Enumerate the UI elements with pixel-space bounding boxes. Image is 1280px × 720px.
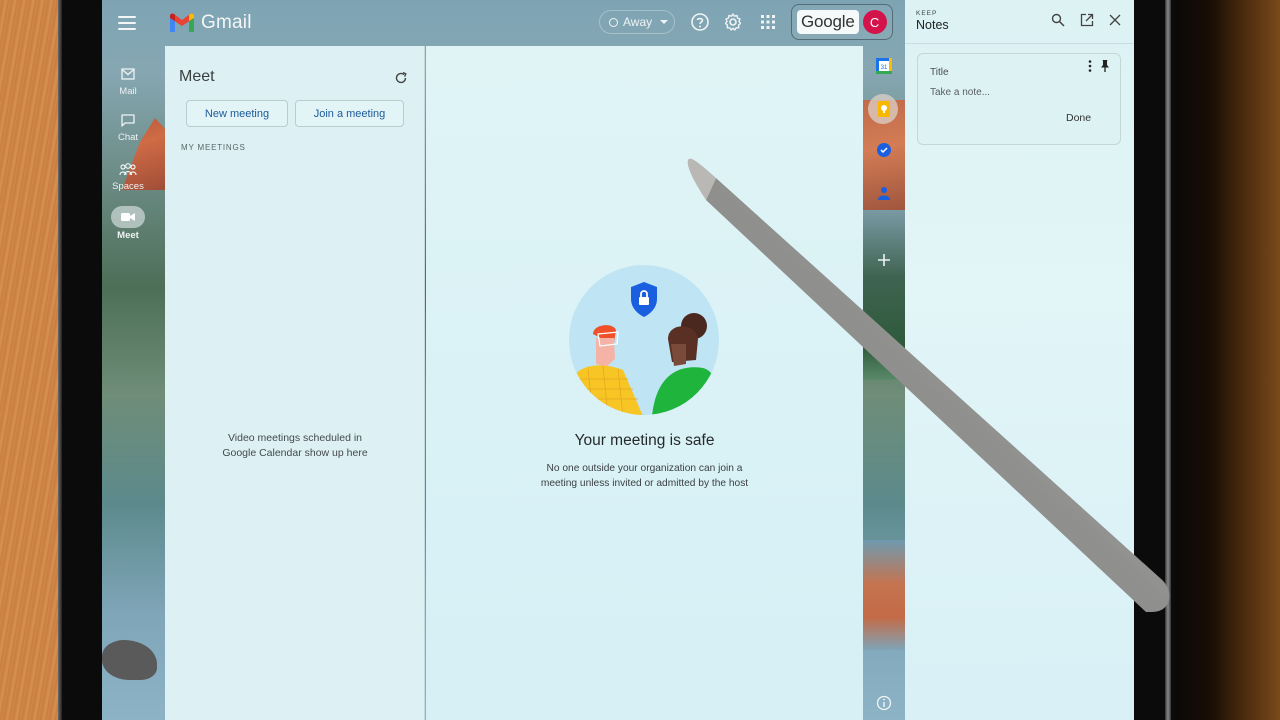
page-title: Meet xyxy=(179,68,215,85)
addon-sidebar: 31 xyxy=(863,46,905,720)
more-vert-icon[interactable] xyxy=(1086,59,1094,73)
keep-title: Notes xyxy=(916,18,949,32)
gear-icon[interactable] xyxy=(723,12,743,32)
gmail-topbar: Gmail Away Google C xyxy=(102,0,905,46)
empty-meetings-message: Video meetings scheduled in Google Calen… xyxy=(165,431,425,461)
avatar[interactable]: C xyxy=(862,10,887,34)
rail-label-meet: Meet xyxy=(117,230,139,241)
refresh-icon[interactable] xyxy=(394,71,408,85)
close-icon[interactable] xyxy=(1108,13,1122,27)
app-name: Gmail xyxy=(201,12,252,33)
note-done-button[interactable]: Done xyxy=(1066,112,1091,124)
safe-description: No one outside your organization can joi… xyxy=(540,463,749,489)
keep-notes-panel: KEEP Notes Title Take a note... Done xyxy=(905,0,1134,720)
keep-header: KEEP Notes xyxy=(905,0,1134,44)
rail-item-spaces[interactable]: Spaces xyxy=(102,159,154,192)
status-dropdown[interactable]: Away xyxy=(599,10,675,34)
rail-label-mail: Mail xyxy=(119,86,137,97)
calendar-icon[interactable]: 31 xyxy=(874,56,894,76)
desk-background-right xyxy=(1175,0,1280,720)
keep-bulb-icon[interactable] xyxy=(874,99,894,119)
organization-badge[interactable]: Google xyxy=(797,10,859,34)
account-area: Google C xyxy=(791,4,893,40)
plus-icon[interactable] xyxy=(874,250,894,270)
desk-background-left xyxy=(0,0,58,720)
rail-label-spaces: Spaces xyxy=(112,181,144,192)
rail-item-meet[interactable]: Meet xyxy=(102,206,154,241)
meeting-safe-illustration xyxy=(569,265,719,415)
meet-sidebar-panel: Meet New meeting Join a meeting MY MEETI… xyxy=(165,46,425,720)
search-icon[interactable] xyxy=(1051,13,1065,27)
section-label-my-meetings: MY MEETINGS xyxy=(181,143,246,152)
empty-message-line1: Video meetings scheduled in xyxy=(227,432,363,444)
tasks-icon[interactable] xyxy=(874,140,894,160)
tablet-screen: Gmail Away Google C Mail Chat Spaces Mee… xyxy=(102,0,1134,720)
safe-title: Your meeting is safe xyxy=(574,432,715,449)
calendar-date: 31 xyxy=(881,65,888,71)
note-body-field[interactable]: Take a note... xyxy=(930,87,990,98)
gmail-m-icon xyxy=(170,13,194,32)
rail-label-chat: Chat xyxy=(117,132,139,143)
new-meeting-button[interactable]: New meeting xyxy=(186,100,288,127)
keep-app-label: KEEP xyxy=(916,10,938,17)
caret-down-icon xyxy=(660,20,669,24)
tablet-edge-right xyxy=(1165,0,1171,720)
info-icon[interactable] xyxy=(874,693,894,713)
mail-icon xyxy=(121,68,135,80)
help-icon[interactable] xyxy=(690,12,710,32)
new-note-card: Title Take a note... Done xyxy=(917,53,1121,145)
status-circle-icon xyxy=(609,17,618,27)
gmail-logo[interactable]: Gmail xyxy=(169,12,252,34)
spaces-icon xyxy=(119,162,137,175)
chat-icon xyxy=(121,113,135,127)
join-meeting-button[interactable]: Join a meeting xyxy=(295,100,404,127)
note-title-field[interactable]: Title xyxy=(930,67,949,78)
status-label: Away xyxy=(623,15,653,29)
navigation-rail: Mail Chat Spaces Meet xyxy=(102,46,154,720)
empty-message-line2: Google Calendar show up here xyxy=(222,447,368,459)
meet-main-content: Your meeting is safe No one outside your… xyxy=(426,46,863,720)
open-in-new-icon[interactable] xyxy=(1080,13,1094,27)
contacts-icon[interactable] xyxy=(874,183,894,203)
tablet-edge-left xyxy=(58,0,62,720)
pin-icon[interactable] xyxy=(1100,59,1110,73)
hamburger-menu-icon[interactable] xyxy=(116,13,138,33)
apps-grid-icon[interactable] xyxy=(758,12,778,32)
rail-item-mail[interactable]: Mail xyxy=(102,64,154,97)
video-camera-icon xyxy=(121,213,135,221)
rail-item-chat[interactable]: Chat xyxy=(102,110,154,143)
